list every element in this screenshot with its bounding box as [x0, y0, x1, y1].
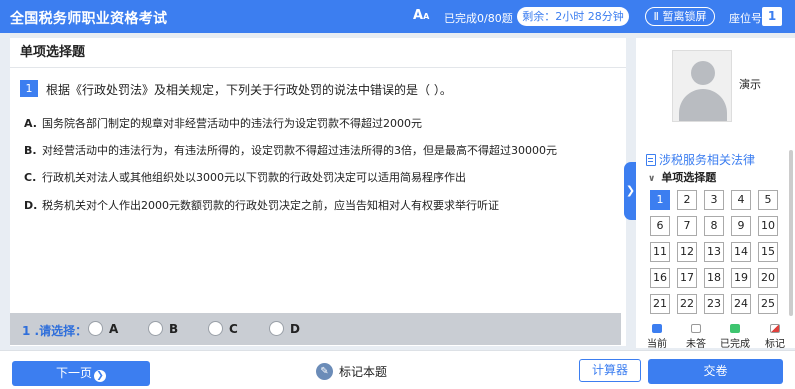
user-name: 演示 — [739, 78, 761, 91]
question-number: 1 — [20, 80, 38, 97]
answer-sheet-panel: 演示 涉税服务相关法律 ∨ 单项选择题 1 2 3 4 5 6 7 8 9 10 11 12 13 14 15… — [636, 38, 795, 350]
lock-screen-button[interactable]: Ⅱ 暂离锁屏 — [645, 7, 715, 26]
question-cell-11[interactable]: 11 — [650, 242, 670, 262]
choice-d-radio[interactable]: D — [269, 321, 300, 336]
pin-icon: ✎ — [316, 363, 333, 380]
question-grid: 1 2 3 4 5 6 7 8 9 10 11 12 13 14 15 16 17 18 19 20 21 22 23 24 2… — [650, 190, 784, 316]
avatar — [672, 50, 732, 122]
option-a[interactable]: A. 国务院各部门制定的规章对非经营活动中的违法行为设定罚款不得超过2000元 — [24, 115, 422, 131]
question-cell-22[interactable]: 22 — [677, 294, 697, 314]
question-cell-9[interactable]: 9 — [731, 216, 751, 236]
question-cell-24[interactable]: 24 — [731, 294, 751, 314]
font-size-icon[interactable]: AA — [413, 8, 429, 23]
question-cell-21[interactable]: 21 — [650, 294, 670, 314]
avatar-body-icon — [679, 89, 727, 121]
question-cell-2[interactable]: 2 — [677, 190, 697, 210]
option-letter: D. — [24, 199, 38, 212]
legend-label: 当前 — [647, 339, 667, 350]
option-text: 税务机关对个人作出2000元数额罚款的行政处罚决定之前，应当告知相对人有权要求举… — [42, 199, 499, 212]
choice-label: B — [169, 321, 179, 336]
question-cell-23[interactable]: 23 — [704, 294, 724, 314]
legend-current: 当前 — [642, 324, 672, 350]
option-d[interactable]: D. 税务机关对个人作出2000元数额罚款的行政处罚决定之前，应当告知相对人有权要… — [24, 197, 499, 213]
choice-b-radio[interactable]: B — [148, 321, 178, 336]
question-text: 根据《行政处罚法》及相关规定，下列关于行政处罚的说法中错误的是（ ）。 — [46, 83, 452, 97]
option-text: 对经营活动中的违法行为，有违法所得的，设定罚款不得超过违法所得的3倍，但是最高不… — [42, 144, 557, 157]
mark-question-button[interactable]: ✎ 标记本题 — [316, 363, 387, 380]
question-cell-14[interactable]: 14 — [731, 242, 751, 262]
question-cell-7[interactable]: 7 — [677, 216, 697, 236]
option-text: 行政机关对法人或其他组织处以3000元以下罚款的行政处罚决定可以适用简易程序作出 — [42, 171, 466, 184]
seat-label: 座位号 — [729, 12, 762, 25]
question-group-header[interactable]: ∨ 单项选择题 — [648, 169, 716, 185]
legend-mark — [691, 324, 701, 333]
law-section-link[interactable]: 涉税服务相关法律 — [646, 151, 755, 168]
question-cell-13[interactable]: 13 — [704, 242, 724, 262]
answer-label: 1 .请选择： — [22, 324, 88, 338]
section-title: 单项选择题 — [10, 38, 626, 68]
option-c[interactable]: C. 行政机关对法人或其他组织处以3000元以下罚款的行政处罚决定可以适用简易程序… — [24, 169, 466, 185]
bottom-bar: 下一页 ❯ ✎ 标记本题 计算器 交卷 — [0, 350, 795, 389]
mark-question-label: 标记本题 — [339, 365, 388, 379]
avatar-head-icon — [691, 61, 715, 85]
group-label: 单项选择题 — [661, 171, 717, 184]
legend-mark — [770, 324, 780, 333]
question-cell-12[interactable]: 12 — [677, 242, 697, 262]
calculator-button[interactable]: 计算器 — [579, 359, 641, 382]
next-page-label: 下一页 — [55, 366, 92, 380]
question-cell-5[interactable]: 5 — [758, 190, 778, 210]
question-cell-16[interactable]: 16 — [650, 268, 670, 288]
option-b[interactable]: B. 对经营活动中的违法行为，有违法所得的，设定罚款不得超过违法所得的3倍，但是最… — [24, 142, 557, 158]
question-cell-18[interactable]: 18 — [704, 268, 724, 288]
progress-text: 已完成0/80题 — [444, 12, 513, 25]
arrow-right-icon: ❯ — [94, 370, 106, 382]
submit-exam-button[interactable]: 交卷 — [648, 359, 783, 384]
document-icon — [646, 153, 656, 166]
radio-circle[interactable] — [208, 321, 223, 336]
question-cell-4[interactable]: 4 — [731, 190, 751, 210]
option-letter: A. — [24, 117, 37, 130]
radio-circle[interactable] — [88, 321, 103, 336]
seat-number: 1 — [762, 7, 782, 26]
legend-marked: 标记 — [760, 324, 790, 350]
scrollbar[interactable] — [789, 150, 793, 316]
radio-circle[interactable] — [148, 321, 163, 336]
question-cell-20[interactable]: 20 — [758, 268, 778, 288]
question-cell-8[interactable]: 8 — [704, 216, 724, 236]
question-cell-6[interactable]: 6 — [650, 216, 670, 236]
choice-label: D — [290, 321, 300, 336]
question-cell-19[interactable]: 19 — [731, 268, 751, 288]
legend-unanswered: 未答 — [681, 324, 711, 350]
legend-mark — [730, 324, 740, 333]
law-section-label: 涉税服务相关法律 — [659, 153, 756, 167]
question-panel: 单项选择题 1 根据《行政处罚法》及相关规定，下列关于行政处罚的说法中错误的是（… — [10, 38, 626, 346]
legend-label: 已完成 — [720, 339, 750, 350]
question-cell-3[interactable]: 3 — [704, 190, 724, 210]
radio-circle[interactable] — [269, 321, 284, 336]
question-cell-10[interactable]: 10 — [758, 216, 778, 236]
choice-label: A — [109, 321, 119, 336]
choice-a-radio[interactable]: A — [88, 321, 118, 336]
option-letter: B. — [24, 144, 37, 157]
app-title: 全国税务师职业资格考试 — [10, 11, 168, 27]
answer-bar: 1 .请选择： A B C D — [10, 313, 621, 345]
next-page-button[interactable]: 下一页 ❯ — [12, 361, 150, 386]
choice-label: C — [229, 321, 238, 336]
choice-c-radio[interactable]: C — [208, 321, 238, 336]
legend-label: 标记 — [765, 339, 785, 350]
legend-label: 未答 — [686, 339, 706, 350]
question-cell-25[interactable]: 25 — [758, 294, 778, 314]
header-bar: 全国税务师职业资格考试 AA 已完成0/80题 剩余：2小时 28分钟 Ⅱ 暂离… — [0, 0, 795, 33]
legend-completed: 已完成 — [720, 324, 750, 350]
question-cell-17[interactable]: 17 — [677, 268, 697, 288]
legend-mark — [652, 324, 662, 333]
chevron-down-icon: ∨ — [648, 174, 656, 184]
question-cell-1[interactable]: 1 — [650, 190, 670, 210]
timer-display: 剩余：2小时 28分钟 — [517, 7, 629, 26]
option-letter: C. — [24, 171, 37, 184]
question-cell-15[interactable]: 15 — [758, 242, 778, 262]
option-text: 国务院各部门制定的规章对非经营活动中的违法行为设定罚款不得超过2000元 — [42, 117, 422, 130]
